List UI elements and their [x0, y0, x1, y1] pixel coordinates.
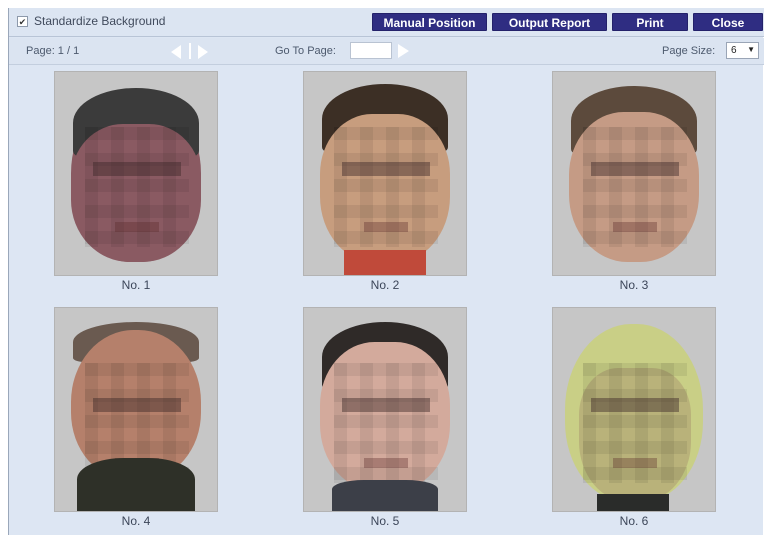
page-size-value: 6: [731, 45, 737, 56]
shirt-region: [344, 250, 426, 275]
mouth-region: [613, 458, 657, 468]
page-size-select[interactable]: 6 ▼: [726, 42, 759, 59]
face-photo[interactable]: [303, 307, 467, 512]
close-button[interactable]: Close: [693, 13, 763, 31]
face-card-1[interactable]: No. 1: [54, 71, 218, 292]
mouth-region: [613, 222, 657, 232]
page-separator: [189, 43, 191, 59]
go-arrow-icon[interactable]: [398, 44, 409, 58]
jacket-region: [77, 458, 195, 511]
toolbar: ✔ Standardize Background Manual Position…: [9, 8, 764, 37]
manual-position-button[interactable]: Manual Position: [372, 13, 487, 31]
face-card-6[interactable]: No. 6: [552, 307, 716, 528]
face-photo[interactable]: [552, 71, 716, 276]
face-label: No. 4: [121, 514, 151, 528]
output-report-button[interactable]: Output Report: [492, 13, 607, 31]
mouth-region: [115, 222, 159, 232]
page-indicator: Page: 1 / 1: [26, 45, 80, 57]
print-button[interactable]: Print: [612, 13, 688, 31]
page-size-label: Page Size:: [662, 45, 716, 57]
face-photo[interactable]: [54, 71, 218, 276]
eye-region: [342, 162, 430, 176]
prev-page-icon[interactable]: [171, 45, 181, 59]
face-card-4[interactable]: No. 4: [54, 307, 218, 528]
eye-region: [591, 398, 679, 412]
mouth-region: [364, 222, 408, 232]
shirt-region: [597, 494, 669, 511]
face-photo[interactable]: [303, 71, 467, 276]
face-label: No. 6: [619, 514, 649, 528]
face-photo[interactable]: [552, 307, 716, 512]
go-to-page-label: Go To Page:: [275, 45, 336, 57]
face-label: No. 5: [370, 514, 400, 528]
face-label: No. 3: [619, 278, 649, 292]
mouth-region: [364, 458, 408, 468]
next-page-icon[interactable]: [198, 45, 208, 59]
face-card-3[interactable]: No. 3: [552, 71, 716, 292]
face-label: No. 2: [370, 278, 400, 292]
chevron-down-icon: ▼: [747, 45, 755, 54]
go-to-page-input[interactable]: [350, 42, 392, 59]
face-card-2[interactable]: No. 2: [303, 71, 467, 292]
eye-region: [93, 162, 181, 176]
face-card-5[interactable]: No. 5: [303, 307, 467, 528]
eye-region: [342, 398, 430, 412]
standardize-background-checkbox[interactable]: ✔: [17, 16, 28, 27]
standardize-background-label: Standardize Background: [34, 14, 166, 28]
face-photo[interactable]: [54, 307, 218, 512]
face-gallery-window: ✔ Standardize Background Manual Position…: [8, 8, 764, 535]
shirt-region: [332, 480, 438, 511]
eye-region: [591, 162, 679, 176]
eye-region: [93, 398, 181, 412]
page-navigation-bar: Page: 1 / 1 Go To Page: Page Size: 6 ▼: [9, 38, 764, 65]
face-label: No. 1: [121, 278, 151, 292]
